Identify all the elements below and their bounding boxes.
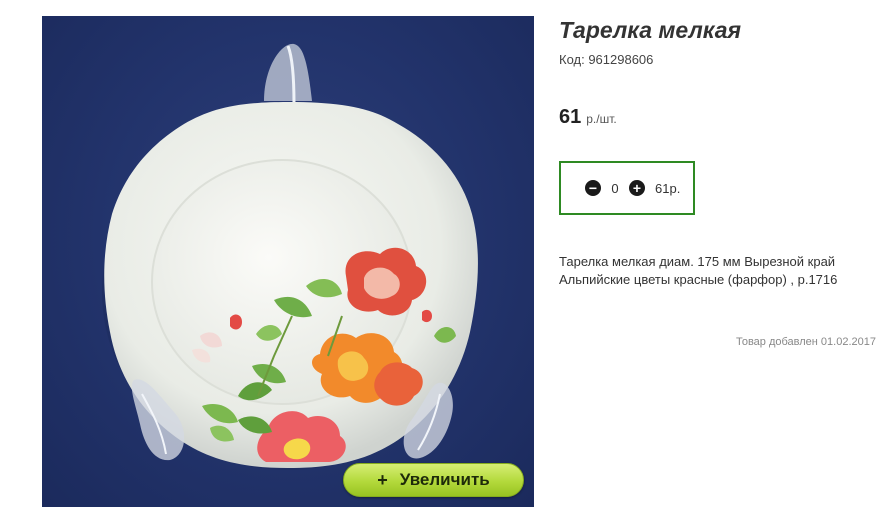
price-unit: р./шт.	[586, 112, 617, 126]
product-title: Тарелка мелкая	[559, 17, 742, 43]
plate-image	[102, 43, 478, 470]
price-value: 61	[559, 106, 582, 128]
quantity-selector: − 0 + 61р.	[559, 161, 695, 215]
plus-circle-icon[interactable]: +	[629, 180, 645, 196]
product-description: Тарелка мелкая диам. 175 мм Вырезной кра…	[559, 254, 838, 287]
minus-circle-icon[interactable]: −	[585, 180, 601, 196]
zoom-button-label: Увеличить	[399, 470, 490, 489]
price: 61 р./шт.	[559, 106, 617, 129]
product-code: Код: 961298606	[559, 52, 654, 67]
quantity-total: 61р.	[655, 180, 681, 196]
added-date: Товар добавлен 01.02.2017	[735, 336, 876, 348]
quantity-value: 0	[611, 180, 619, 196]
plus-icon: +	[377, 469, 388, 490]
zoom-button[interactable]: + Увеличить	[343, 463, 524, 497]
product-photo[interactable]	[42, 16, 534, 507]
